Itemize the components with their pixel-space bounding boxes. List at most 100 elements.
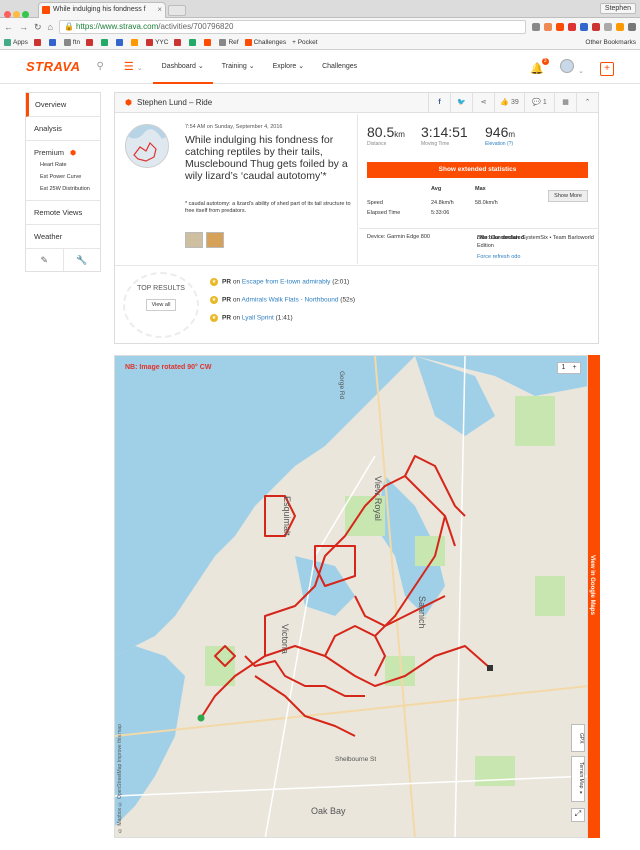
extension-icon[interactable] — [568, 23, 576, 31]
nav-training[interactable]: Training ⌄ — [213, 50, 264, 84]
extension-icon[interactable] — [544, 23, 552, 31]
notifications-bell-icon[interactable]: 🔔 3 — [530, 58, 549, 75]
gpx-button[interactable]: GPX — [571, 724, 585, 752]
menu-icon[interactable]: ☰ ⌄ — [124, 60, 143, 73]
place-view-royal: View Royal — [373, 476, 383, 521]
stat-moving-time: 3:14:51 Moving Time — [421, 124, 468, 147]
upload-plus-button[interactable]: + — [600, 61, 614, 76]
qr-code-icon[interactable]: ▦ — [554, 93, 576, 113]
bookmark-ref[interactable]: Ref — [219, 38, 239, 46]
bookmark-icon[interactable] — [204, 39, 212, 46]
fullscreen-icon[interactable]: ⤢ — [571, 808, 585, 822]
athlete-activity-title[interactable]: Stephen Lund – Ride — [137, 98, 212, 107]
bookmark-icon[interactable] — [174, 39, 182, 46]
facebook-share-icon[interactable]: f — [428, 93, 450, 113]
route-thumbnail[interactable] — [125, 124, 169, 168]
other-bookmarks[interactable]: Other Bookmarks — [585, 39, 636, 46]
stat-distance: 80.5km Distance — [367, 124, 405, 147]
bookmark-apps[interactable]: Apps — [4, 38, 28, 46]
segment-link[interactable]: Admirals Walk Flats - Northbound — [242, 297, 339, 304]
address-bar[interactable]: 🔒 https://www.strava.com/activities/7007… — [58, 20, 526, 34]
bookmark-icon[interactable] — [116, 39, 124, 46]
lock-icon: 🔒 — [63, 22, 74, 31]
nav-challenges[interactable]: Challenges — [313, 50, 366, 84]
stats-row-elapsed: Elapsed Time 5:33:06 — [367, 210, 450, 216]
view-in-google-maps-bar[interactable]: View in Google Maps — [588, 355, 600, 838]
bookmark-icon[interactable] — [33, 39, 41, 46]
sidebar-item-weather[interactable]: Weather — [26, 225, 100, 249]
strava-logo[interactable]: STRAVA — [26, 59, 81, 74]
segment-link[interactable]: Escape from E-town admirably — [242, 279, 331, 286]
extension-icon[interactable] — [580, 23, 588, 31]
view-all-button[interactable]: View all — [145, 299, 177, 311]
bookmark-pocket[interactable]: + Pocket — [292, 39, 317, 46]
search-icon[interactable]: ⚲ — [97, 61, 104, 72]
photo-thumbnail[interactable] — [206, 232, 224, 248]
elevation-help-link[interactable]: Elevation (?) — [485, 141, 515, 147]
extension-icon[interactable] — [616, 23, 624, 31]
url-domain: https://www.strava.com — [75, 22, 159, 31]
strava-favicon-icon — [42, 6, 50, 14]
forward-icon[interactable]: → — [19, 22, 28, 32]
kudos-button[interactable]: 👍 39 — [494, 93, 524, 113]
bookmark-icon[interactable] — [86, 39, 94, 46]
terrain-map-toggle[interactable]: Terrain Map ▾ — [571, 756, 585, 802]
sidebar-item-premium[interactable]: Premium ⬢ — [26, 141, 100, 159]
activity-photos — [185, 232, 224, 248]
force-refresh-link[interactable]: Force refresh odo — [477, 254, 520, 260]
map-canvas — [115, 356, 587, 837]
home-icon[interactable]: ⌂ — [48, 22, 53, 32]
bookmark-icon[interactable] — [131, 39, 139, 46]
twitter-share-icon[interactable]: 🐦 — [450, 93, 472, 113]
omnibar: ← → ↻ ⌂ 🔒 https://www.strava.com/activit… — [0, 18, 640, 36]
place-shelbourne: Shelbourne St — [335, 756, 377, 763]
sidebar-item-remote-views[interactable]: Remote Views — [26, 201, 100, 225]
top-results-title: TOP RESULTS — [137, 285, 185, 292]
user-menu[interactable]: ⌄ — [559, 59, 584, 78]
bookmark-icon[interactable] — [48, 39, 56, 46]
activity-details: 7:54 AM on Sunday, September 4, 2016 Whi… — [115, 114, 358, 264]
photo-thumbnail[interactable] — [185, 232, 203, 248]
segment-link[interactable]: Lyall Sprint — [242, 315, 274, 322]
bike-info: Bike: Cannondale SystemSix • Team Barlow… — [477, 235, 594, 249]
new-tab-button[interactable] — [168, 5, 186, 16]
menu-icon[interactable] — [628, 23, 636, 31]
collapse-chevron-icon[interactable]: ⌃ — [576, 93, 598, 113]
nav-explore[interactable]: Explore ⌄ — [264, 50, 314, 84]
map-zoom-control[interactable]: 1 + — [557, 362, 581, 374]
medal-icon: ★ — [210, 278, 218, 286]
profile-chip[interactable]: Stephen — [599, 3, 636, 14]
back-icon[interactable]: ← — [4, 22, 13, 32]
sidebar-item-overview[interactable]: Overview — [26, 93, 100, 117]
close-tab-icon[interactable]: × — [157, 3, 162, 17]
extension-icon[interactable] — [592, 23, 600, 31]
bookmark-icon[interactable] — [189, 39, 197, 46]
extension-icon[interactable] — [604, 23, 612, 31]
browser-tab[interactable]: While indulging his fondness f × — [38, 2, 166, 18]
activity-card: ⬢ Stephen Lund – Ride f 🐦 ⋖ 👍 39 💬 1 ▦ ⌃… — [114, 92, 599, 344]
sidebar-item-power-distribution[interactable]: Est 25W Distribution — [26, 183, 100, 195]
sidebar-item-power-curve[interactable]: Est Power Curve — [26, 171, 100, 183]
bookmark-challenges[interactable]: Challenges — [244, 38, 286, 46]
reload-icon[interactable]: ↻ — [34, 22, 42, 33]
bookmark-yyc[interactable]: YYC — [146, 38, 168, 46]
wrench-icon[interactable]: 🔧 — [64, 249, 101, 271]
map-attribution[interactable]: © Mapbox © OpenStreetMap Improve this ma… — [117, 724, 123, 833]
stats-table: Avg Max Show More Speed 24.8km/h 58.0km/… — [367, 186, 588, 220]
extension-icon[interactable] — [532, 23, 540, 31]
route-map[interactable]: NB: Image rotated 90° CW 1 + View Royal S… — [114, 355, 588, 838]
place-oak-bay: Oak Bay — [311, 806, 346, 816]
share-icon[interactable]: ⋖ — [472, 93, 494, 113]
premium-shield-icon: ⬢ — [125, 98, 132, 107]
comments-button[interactable]: 💬 1 — [524, 93, 554, 113]
window-controls[interactable] — [4, 5, 34, 18]
extension-icon[interactable] — [556, 23, 564, 31]
nav-dashboard[interactable]: Dashboard ⌄ — [152, 50, 213, 84]
activity-header: ⬢ Stephen Lund – Ride f 🐦 ⋖ 👍 39 💬 1 ▦ ⌃ — [115, 93, 598, 113]
sidebar-item-heart-rate[interactable]: Heart Rate — [26, 159, 100, 171]
bookmark-ftn[interactable]: ftn — [63, 38, 80, 46]
show-extended-stats-button[interactable]: Show extended statistics — [367, 162, 588, 178]
sidebar-item-analysis[interactable]: Analysis — [26, 117, 100, 141]
edit-pencil-icon[interactable]: ✎ — [26, 249, 64, 271]
bookmark-icon[interactable] — [101, 39, 109, 46]
